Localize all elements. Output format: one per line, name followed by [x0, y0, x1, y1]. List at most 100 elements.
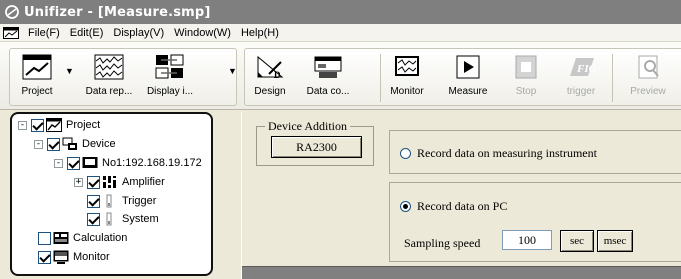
app-icon — [5, 5, 19, 19]
menu-help[interactable]: Help(H) — [236, 27, 284, 39]
tree-item-device[interactable]: - Device — [34, 136, 116, 152]
measure-label: Measure — [448, 86, 488, 97]
data-collection-icon — [314, 56, 342, 78]
pane-splitter[interactable] — [231, 112, 239, 279]
design-button[interactable]: D Design — [248, 50, 292, 102]
record-pc-option[interactable]: Record data on PC — [400, 199, 507, 214]
calculation-icon — [53, 232, 69, 244]
expand-icon[interactable]: + — [74, 177, 83, 187]
svg-text:D: D — [274, 70, 281, 80]
stop-label: Stop — [515, 86, 537, 97]
instrument-checkbox[interactable] — [67, 156, 80, 170]
ra2300-button[interactable]: RA2300 — [271, 136, 362, 158]
project-button[interactable]: Project — [14, 50, 60, 102]
project-icon — [46, 118, 62, 132]
collapse-icon[interactable]: - — [18, 120, 27, 130]
tree-item-trigger[interactable]: Trigger — [87, 193, 156, 209]
tree-item-project[interactable]: - Project — [18, 117, 100, 133]
stop-icon — [515, 55, 537, 79]
monitor-button[interactable]: Monitor — [386, 50, 428, 102]
record-instrument-radio[interactable] — [400, 148, 411, 159]
design-icon: D — [257, 55, 284, 80]
play-icon — [456, 55, 480, 79]
trigger-label: trigger — [566, 86, 596, 97]
instrument-icon — [82, 157, 98, 168]
monitor-icon — [53, 250, 69, 264]
design-pane: Device Addition RA2300 Record data on me… — [241, 112, 681, 279]
display-label: Display i... — [146, 86, 194, 97]
record-pc-label: Record data on PC — [417, 199, 508, 213]
document-menu-icon[interactable] — [3, 26, 19, 39]
project-checkbox[interactable] — [31, 118, 44, 132]
project-tree: - Project - Device - No1:192.168.19.172 … — [10, 112, 213, 276]
trigger-button[interactable]: FIG trigger — [560, 50, 602, 102]
toolbar-separator — [380, 54, 381, 102]
menu-display[interactable]: Display(V) — [108, 27, 169, 39]
amplifier-checkbox[interactable] — [87, 175, 100, 189]
menu-bar: File(F) Edit(E) Display(V) Window(W) Hel… — [0, 24, 681, 42]
sampling-speed-input[interactable]: 100 — [502, 230, 552, 250]
project-icon — [22, 54, 52, 80]
trigger-checkbox[interactable] — [87, 194, 100, 208]
tree-item-amplifier[interactable]: + Amplifier — [74, 174, 165, 190]
preview-button[interactable]: Preview — [624, 50, 672, 102]
amplifier-icon — [103, 176, 116, 188]
monitor-checkbox[interactable] — [38, 250, 51, 264]
trigger-icon — [106, 194, 112, 208]
trigger-icon: FIG — [570, 58, 596, 76]
tree-item-calculation[interactable]: Calculation — [38, 230, 127, 246]
menu-window[interactable]: Window(W) — [169, 27, 236, 39]
tree-item-monitor[interactable]: Monitor — [38, 249, 110, 265]
tree-label: Project — [66, 119, 101, 131]
tree-label: No1:192.168.19.172 — [102, 157, 202, 169]
design-label: Design — [254, 86, 286, 97]
project-dropdown-icon[interactable]: ▼ — [65, 66, 74, 76]
record-instrument-panel: Record data on measuring instrument — [389, 130, 681, 174]
data-collection-button[interactable]: Data co... — [300, 50, 356, 102]
system-checkbox[interactable] — [87, 212, 100, 226]
system-icon — [106, 212, 112, 226]
tree-label: Calculation — [73, 232, 128, 244]
menu-file[interactable]: File(F) — [23, 27, 65, 39]
stop-button[interactable]: Stop — [509, 50, 543, 102]
monitor-icon — [395, 56, 419, 76]
tree-label: Device — [82, 138, 116, 150]
calculation-checkbox[interactable] — [38, 231, 51, 245]
monitor-label: Monitor — [390, 86, 424, 97]
record-pc-radio[interactable] — [400, 201, 411, 212]
tree-label: Monitor — [73, 251, 110, 263]
collapse-icon[interactable]: - — [54, 158, 63, 168]
data-report-label: Data rep... — [85, 86, 133, 97]
preview-icon — [638, 55, 659, 79]
title-bar: Unifizer - [Measure.smp] — [0, 0, 681, 24]
msec-button[interactable]: msec — [597, 230, 633, 252]
data-collection-label: Data co... — [306, 86, 350, 97]
data-report-icon — [94, 54, 124, 80]
display-button[interactable]: Display i... — [140, 50, 200, 102]
record-instrument-option[interactable]: Record data on measuring instrument — [400, 146, 597, 161]
project-label: Project — [21, 86, 53, 97]
tree-label: Trigger — [122, 195, 157, 207]
device-icon — [62, 137, 77, 150]
toolbar: Project ▼ Data rep... Display i... ▼ D D… — [0, 42, 681, 110]
device-addition-legend: Device Addition — [265, 119, 350, 134]
tree-item-system[interactable]: System — [87, 211, 159, 227]
bottom-panel — [242, 266, 681, 279]
record-pc-panel: Record data on PC Sampling speed 100 sec… — [389, 182, 681, 262]
tree-item-instrument[interactable]: - No1:192.168.19.172 — [54, 155, 202, 171]
display-icon — [155, 54, 184, 79]
data-report-button[interactable]: Data rep... — [78, 50, 140, 102]
tree-label: Amplifier — [122, 176, 165, 188]
sampling-speed-label: Sampling speed — [404, 236, 481, 250]
svg-text:FIG: FIG — [576, 63, 596, 75]
record-instrument-label: Record data on measuring instrument — [417, 146, 597, 160]
window-title: Unifizer - [Measure.smp] — [24, 4, 211, 20]
menu-edit[interactable]: Edit(E) — [65, 27, 109, 39]
device-checkbox[interactable] — [47, 137, 60, 151]
measure-button[interactable]: Measure — [444, 50, 492, 102]
preview-label: Preview — [630, 86, 666, 97]
display-dropdown-icon[interactable]: ▼ — [228, 66, 237, 76]
toolbar-separator-2 — [612, 54, 613, 102]
collapse-icon[interactable]: - — [34, 139, 43, 149]
sec-button[interactable]: sec — [560, 230, 594, 252]
